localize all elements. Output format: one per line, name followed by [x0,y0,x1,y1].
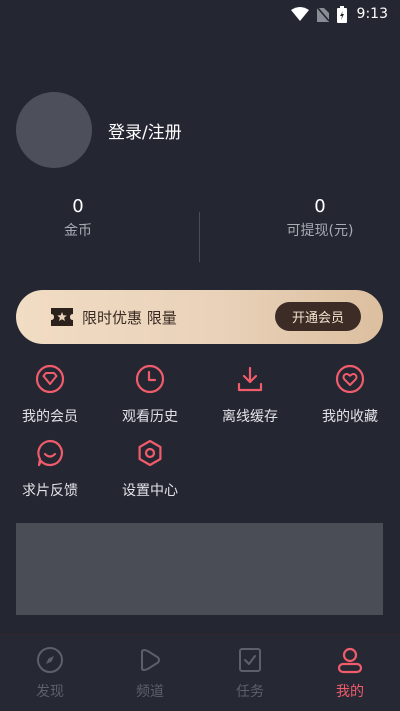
stats-divider [199,212,200,262]
settings-icon [133,436,167,470]
profile-header[interactable]: 登录/注册 [16,92,182,168]
menu-item-watch-history[interactable]: 观看历史 [100,362,200,426]
menu-label: 设置中心 [122,483,178,499]
no-sim-icon [316,6,329,22]
status-bar: 9:13 [0,0,400,28]
diamond-icon [33,362,67,396]
heart-icon [333,362,367,396]
task-icon [235,645,265,675]
tab-label: 频道 [136,684,164,700]
withdrawable-stat[interactable]: 0 可提现(元) [220,196,400,240]
menu-label: 观看历史 [122,409,178,425]
ad-banner-placeholder[interactable] [16,523,383,615]
chat-icon [33,436,67,470]
tab-label: 任务 [236,684,264,700]
coins-value: 0 [72,196,84,217]
menu-item-my-vip[interactable]: 我的会员 [0,362,100,426]
menu-label: 离线缓存 [222,409,278,425]
tab-tasks[interactable]: 任务 [200,645,300,701]
wallet-stats: 0 金币 0 可提现(元) [0,196,400,266]
open-vip-button[interactable]: 开通会员 [275,302,361,331]
download-icon [233,362,267,396]
tab-label: 我的 [336,684,364,700]
menu-label: 我的收藏 [322,409,378,425]
bottom-tab-bar: 发现 频道 任务 我的 [0,634,400,711]
battery-icon [336,5,347,23]
menu-item-offline-cache[interactable]: 离线缓存 [200,362,300,426]
vip-promo-text: 限时优惠 限量 [82,308,177,327]
clock-icon [133,362,167,396]
play-icon [135,645,165,675]
vip-promo-banner[interactable]: 限时优惠 限量 开通会员 [16,290,383,344]
coins-stat[interactable]: 0 金币 [0,196,178,240]
status-time: 9:13 [356,6,388,22]
coins-label: 金币 [64,223,92,239]
tab-discover[interactable]: 发现 [0,645,100,701]
login-register-link[interactable]: 登录/注册 [108,118,182,143]
menu-item-request-feedback[interactable]: 求片反馈 [0,436,100,500]
withdrawable-label: 可提现(元) [286,223,354,239]
wifi-icon [290,7,309,21]
menu-label: 求片反馈 [22,483,78,499]
tab-channel[interactable]: 频道 [100,645,200,701]
compass-icon [35,645,65,675]
tab-label: 发现 [36,684,64,700]
user-icon [335,645,365,675]
withdrawable-value: 0 [314,196,326,217]
menu-item-settings[interactable]: 设置中心 [100,436,200,500]
avatar[interactable] [16,92,92,168]
tab-mine[interactable]: 我的 [300,645,400,701]
menu-item-favorites[interactable]: 我的收藏 [300,362,400,426]
menu-label: 我的会员 [22,409,78,425]
vip-ticket-icon [50,305,74,329]
